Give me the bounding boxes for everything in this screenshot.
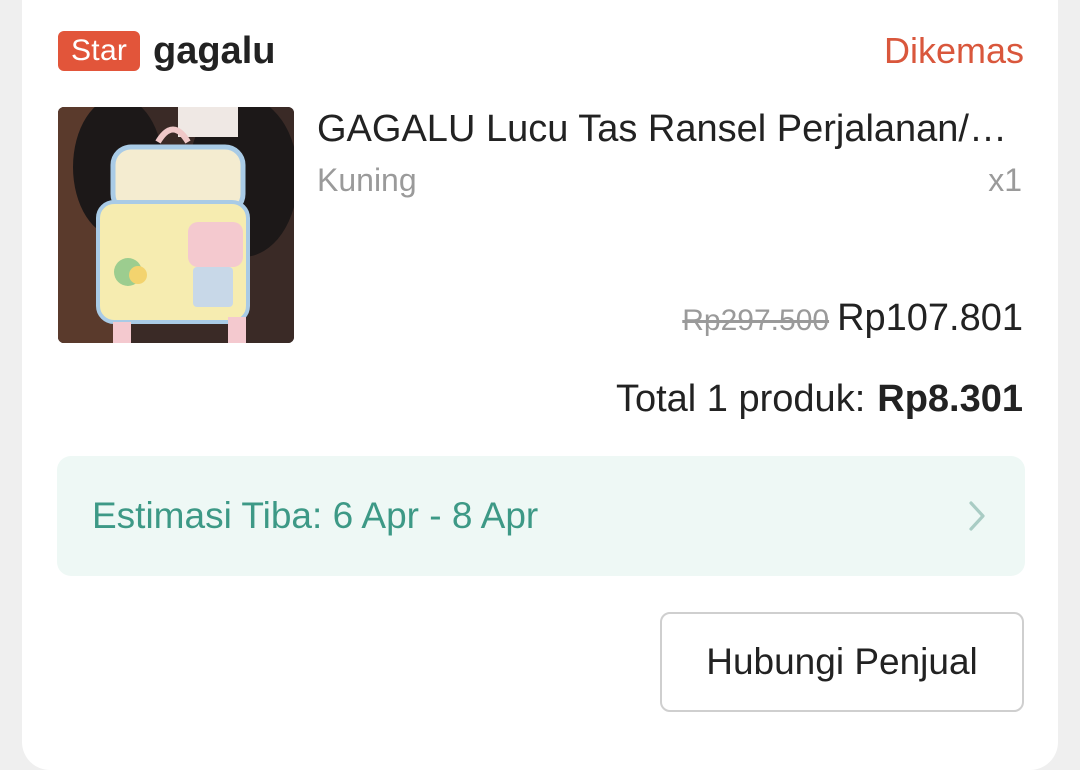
chevron-right-icon: [969, 501, 985, 531]
shop-header[interactable]: Star gagalu Dikemas: [58, 26, 1024, 76]
backpack-product-photo: [58, 107, 294, 343]
product-quantity: x1: [988, 162, 1022, 198]
estimated-arrival-banner[interactable]: Estimasi Tiba: 6 Apr - 8 Apr: [57, 456, 1025, 576]
total-amount: Rp8.301: [877, 378, 1023, 420]
order-status: Dikemas: [883, 30, 1024, 71]
star-seller-badge: Star: [58, 31, 141, 71]
total-label: Total 1 produk:: [615, 378, 866, 420]
estimated-arrival-text: Estimasi Tiba: 6 Apr - 8 Apr: [92, 495, 539, 536]
price-row: Rp297.500 Rp107.801: [682, 297, 1023, 340]
contact-seller-button[interactable]: Hubungi Penjual: [660, 612, 1024, 712]
product-variant: Kuning: [317, 162, 417, 198]
product-name[interactable]: GAGALU Lucu Tas Ransel Perjalanan/Sekola…: [317, 104, 1025, 154]
shop-name[interactable]: gagalu: [153, 28, 275, 74]
order-total: Total 1 produk: Rp8.301: [616, 376, 1023, 422]
discounted-price: Rp107.801: [837, 297, 1023, 339]
original-price: Rp297.500: [682, 304, 830, 337]
product-image[interactable]: [58, 107, 294, 343]
